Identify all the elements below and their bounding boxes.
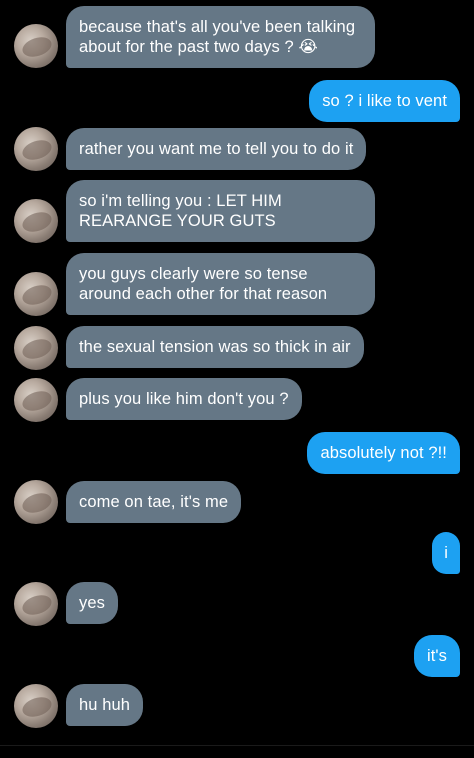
contact-avatar[interactable] — [14, 127, 58, 171]
contact-avatar[interactable] — [14, 480, 58, 524]
outgoing-message: i — [432, 532, 460, 574]
chat-thread: because that's all you've been talking a… — [0, 0, 474, 758]
outgoing-message: so ? i like to vent — [309, 80, 460, 122]
incoming-message: yes — [66, 582, 118, 624]
incoming-message: the sexual tension was so thick in air — [66, 326, 364, 368]
contact-avatar[interactable] — [14, 272, 58, 316]
incoming-message: so i'm telling you : LET HIM REARANGE YO… — [66, 180, 375, 242]
contact-avatar[interactable] — [14, 684, 58, 728]
incoming-message: rather you want me to tell you to do it — [66, 128, 367, 170]
incoming-message: plus you like him don't you ? — [66, 378, 302, 420]
divider — [0, 745, 474, 746]
outgoing-message: it's — [413, 635, 460, 677]
contact-avatar[interactable] — [14, 326, 58, 370]
incoming-message: you guys clearly were so tense around ea… — [66, 253, 375, 315]
incoming-message: because that's all you've been talking a… — [66, 6, 375, 68]
incoming-message: hu huh — [66, 684, 144, 726]
incoming-message: come on tae, it's me — [66, 481, 242, 523]
contact-avatar[interactable] — [14, 199, 58, 243]
outgoing-message: absolutely not ?!! — [307, 432, 460, 474]
contact-avatar[interactable] — [14, 582, 58, 626]
contact-avatar[interactable] — [14, 378, 58, 422]
contact-avatar[interactable] — [14, 24, 58, 68]
